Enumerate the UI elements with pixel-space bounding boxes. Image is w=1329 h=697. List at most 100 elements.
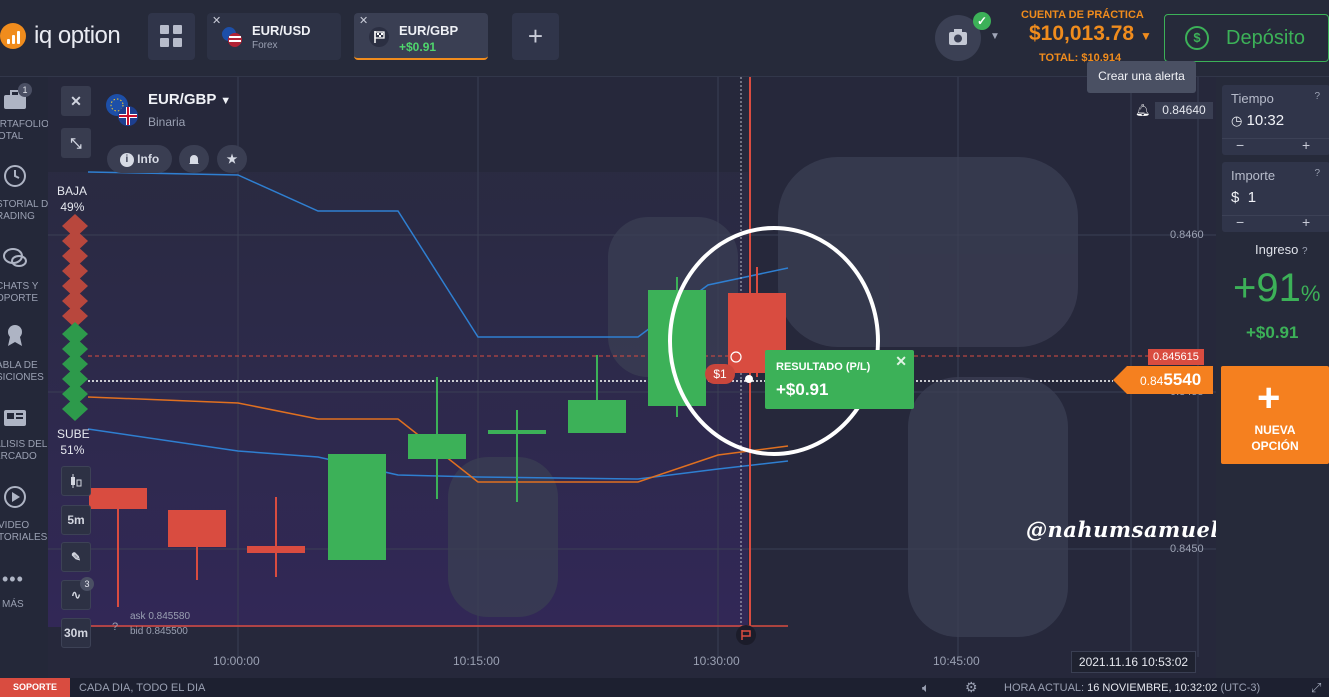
amount-decrease-button[interactable]: − <box>1236 214 1244 230</box>
favorite-button[interactable]: ★ <box>217 145 247 173</box>
sidebar-item-more[interactable]: ••• MÁS <box>0 569 48 610</box>
help-icon[interactable]: ? <box>1314 168 1320 179</box>
candles-icon <box>71 473 82 488</box>
income-amount: +$0.91 <box>1246 323 1299 342</box>
result-panel[interactable]: RESULTADO (P/L) +$0.91 ✕ <box>765 350 914 409</box>
x-tick-label: 10:30:00 <box>693 654 740 668</box>
history-icon <box>4 165 26 187</box>
sidebar-item-market-analysis[interactable]: ÁLISIS DELERCADO <box>0 403 48 467</box>
candle-body <box>168 510 226 547</box>
info-label: Info <box>137 152 160 166</box>
chat-icon <box>3 248 27 267</box>
info-button[interactable]: i Info <box>107 145 172 173</box>
sidebar-item-leaderboard[interactable]: ABLA DE SICIONES <box>0 322 48 386</box>
flag-finish-icon <box>369 27 389 47</box>
help-icon[interactable]: ? <box>112 621 118 633</box>
eur-gbp-flag-icon[interactable] <box>105 93 141 129</box>
expiry-marker <box>736 625 756 645</box>
sidebar-item-video-tutorials[interactable]: VIDEO TORIALES <box>0 484 48 548</box>
create-alert-tooltip: Crear una alerta <box>1087 61 1196 93</box>
wave-icon: ∿ <box>70 588 82 602</box>
balance[interactable]: $10,013.78 ▼ <box>1029 22 1152 46</box>
alert-button[interactable] <box>179 145 209 173</box>
close-icon[interactable]: ✕ <box>895 353 907 370</box>
support-button[interactable]: SOPORTE <box>0 678 70 697</box>
tab-eur-usd[interactable]: ✕ EUR/USD Forex <box>207 13 341 60</box>
time-stepper[interactable]: − + <box>1222 137 1329 155</box>
candle-body <box>247 546 305 553</box>
candle-body <box>488 430 546 434</box>
deposit-label: Depósito <box>1226 27 1305 49</box>
newspaper-icon <box>4 410 26 426</box>
tab-name: EUR/GBP <box>399 23 459 38</box>
close-chart-button[interactable]: ✕ <box>61 86 91 116</box>
tab-name: EUR/USD <box>252 23 311 38</box>
volume-icon[interactable]: 🔈︎ <box>922 680 930 696</box>
sidebar-item-portfolio[interactable]: 1 ORTAFOLIOTOTAL <box>0 83 49 147</box>
sidebar-item-history[interactable]: STORIAL DERADING <box>0 163 55 227</box>
new-option-button[interactable]: + NUEVA OPCIÓN <box>1221 366 1329 464</box>
bell-icon[interactable]: 🔔︎ <box>1135 103 1150 117</box>
result-title: RESULTADO (P/L) <box>776 361 871 373</box>
chevron-down-icon[interactable]: ▼ <box>990 31 1000 42</box>
entry-point <box>745 375 753 383</box>
clock-icon: ◷ <box>1231 113 1243 128</box>
candle-body <box>568 400 626 433</box>
candle-interval-button[interactable]: 5m <box>61 505 91 535</box>
collapse-icon[interactable]: ⤡ <box>61 128 91 158</box>
logo-text: iq option <box>34 22 121 49</box>
ask-price: ask 0.845580 <box>130 611 191 622</box>
chevron-down-icon: ▼ <box>220 95 232 107</box>
asset-type: Binaria <box>148 115 186 129</box>
account-type[interactable]: CUENTA DE PRÁCTICA <box>1021 9 1144 21</box>
tab-close-icon[interactable]: ✕ <box>359 14 368 27</box>
add-tab-button[interactable]: + <box>512 13 559 60</box>
time-field[interactable]: Tiempo ? ◷ 10:32 − + <box>1222 85 1329 155</box>
deposit-button[interactable]: $ Depósito <box>1164 14 1329 62</box>
plus-icon: + <box>1257 376 1281 420</box>
amount-field[interactable]: Importe ? $ 1 − + <box>1222 162 1329 232</box>
chevron-down-icon: ▼ <box>1139 29 1152 43</box>
help-icon[interactable]: ? <box>1314 91 1320 102</box>
result-value: +$0.91 <box>776 380 829 399</box>
dollar-icon: $ <box>1185 26 1209 50</box>
tab-subtitle: Forex <box>252 40 278 51</box>
time-increase-button[interactable]: + <box>1302 137 1310 153</box>
more-icon: ••• <box>2 569 24 589</box>
drawing-tools-button[interactable]: ✎ <box>61 542 91 572</box>
amount-value[interactable]: $ 1 <box>1231 189 1256 206</box>
chart-datetime: 2021.11.16 10:53:02 <box>1071 651 1196 673</box>
support-schedule: CADA DIA, TODO EL DIA <box>79 682 206 694</box>
bell-icon <box>189 154 199 165</box>
sidebar-label: ABLA DE SICIONES <box>0 360 44 383</box>
income-percent: +91% <box>1233 266 1321 310</box>
left-sidebar: 1 ORTAFOLIOTOTAL STORIAL DERADING CHATS … <box>0 77 55 678</box>
time-value[interactable]: ◷ 10:32 <box>1231 112 1284 129</box>
tab-close-icon[interactable]: ✕ <box>212 14 221 27</box>
buy-sentiment: SUBE 51% <box>57 427 90 457</box>
amount-stepper[interactable]: − + <box>1222 214 1329 232</box>
iq-option-logo[interactable]: iq option <box>0 22 121 50</box>
amount-increase-button[interactable]: + <box>1302 214 1310 230</box>
check-icon: ✓ <box>973 12 991 30</box>
sidebar-item-chat[interactable]: CHATS Y OPORTE <box>0 245 48 309</box>
alert-price-tag[interactable]: 0.84640 <box>1155 102 1213 119</box>
help-icon[interactable]: ? <box>1302 246 1308 257</box>
candle-body <box>89 488 147 509</box>
trade-amount-tag[interactable]: $1 <box>705 364 735 384</box>
asset-selector[interactable]: EUR/GBP ▼ <box>148 91 231 108</box>
sell-sentiment: BAJA 49% <box>57 184 88 214</box>
assets-grid-button[interactable] <box>148 13 195 60</box>
time-label: Tiempo <box>1231 91 1274 106</box>
watermark: @nahumsamuel <box>1026 517 1219 542</box>
tab-profit: +$0.91 <box>399 40 437 54</box>
tab-eur-gbp[interactable]: ✕ EUR/GBP +$0.91 <box>354 13 488 60</box>
sidebar-label: CHATS Y OPORTE <box>0 281 39 304</box>
chart-type-button[interactable] <box>61 466 91 496</box>
fullscreen-icon[interactable]: ⤢ <box>1311 680 1321 696</box>
timeframe-button[interactable]: 30m <box>61 618 91 648</box>
time-decrease-button[interactable]: − <box>1236 137 1244 153</box>
sidebar-label: VIDEO TORIALES <box>0 520 48 543</box>
indicator-count-badge: 3 <box>80 577 94 591</box>
settings-gear-icon[interactable]: ⚙ <box>965 679 978 696</box>
